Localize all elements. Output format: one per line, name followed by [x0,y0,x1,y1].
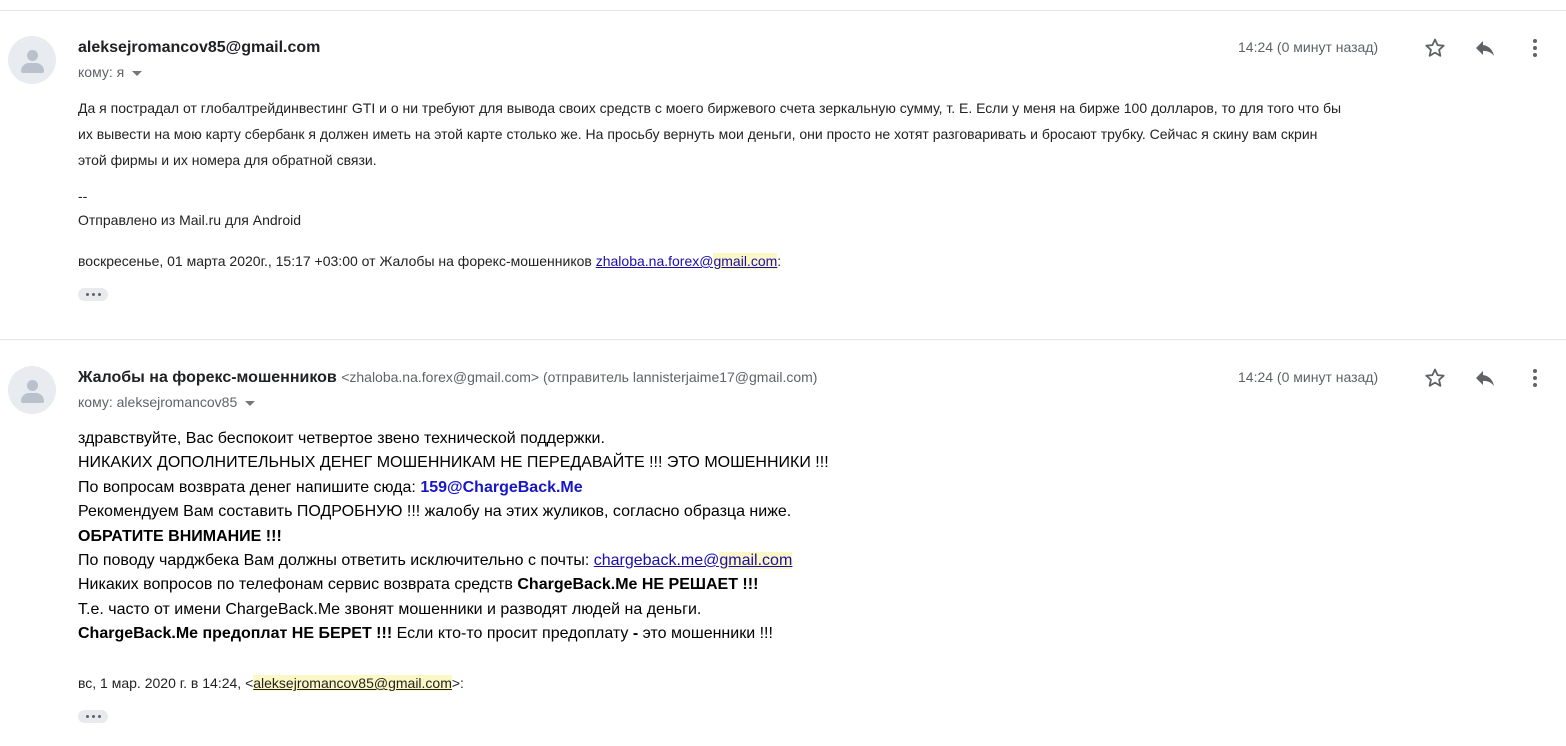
signature-separator: -- [78,188,88,204]
chargeback-email-link[interactable]: chargeback.me@gmail.com [593,552,793,570]
quote-email-link[interactable]: zhaloba.na.forex@gmail.com [596,253,778,269]
message-body: Да я пострадал от глобалтрейдинвестинг G… [78,95,1341,173]
body-text: это мошенники !!! [638,625,773,643]
message-time: 14:24 (0 минут назад) [1238,39,1379,55]
more-icon[interactable] [1523,366,1547,390]
quote-email-user: zhaloba.na.forex@ [595,253,714,269]
reply-icon[interactable] [1473,36,1497,60]
star-icon[interactable] [1423,366,1447,390]
quote-header: вс, 1 мар. 2020 г. в 14:24, <aleksejroma… [78,675,464,691]
body-line: Никаких вопросов по телефонам сервис воз… [78,573,829,597]
sender-name: Жалобы на форекс-мошенников [78,369,337,386]
recipient-label: кому: aleksejromancov85 [78,394,238,410]
quote-prefix: воскресенье, 01 марта 2020г., 15:17 +03:… [78,253,596,269]
body-line: этой фирмы и их номера для обратной связ… [78,152,377,168]
body-line: По поводу чарджбека Вам должны ответить … [78,549,829,573]
quote-email-domain: gmail.com [713,253,778,269]
recipient-label: кому: я [78,64,125,80]
dropdown-caret-icon[interactable] [245,400,256,406]
support-email: 159@ChargeBack.Me [420,478,583,496]
body-line: НИКАКИХ ДОПОЛНИТЕЛЬНЫХ ДЕНЕГ МОШЕННИКАМ … [78,454,829,472]
sender-line[interactable]: Жалобы на форекс-мошенников <zhaloba.na.… [78,369,817,387]
body-text: По поводу чарджбека Вам должны ответить … [78,552,594,570]
quote-suffix: >: [451,675,464,691]
top-divider [0,10,1566,11]
body-line: По вопросам возврата денег напишите сюда… [78,476,829,500]
quote-email-link[interactable]: aleksejromancov85@gmail.com [253,675,452,691]
body-line: Т.е. часто от имени ChargeBack.Me звонят… [78,600,702,618]
sender-name[interactable]: aleksejromancov85@gmail.com [78,39,320,57]
sender-details: <zhaloba.na.forex@gmail.com> (отправител… [341,369,818,385]
reply-icon[interactable] [1473,366,1497,390]
dropdown-caret-icon[interactable] [132,70,143,76]
body-line: здравствуйте, Вас беспокоит четвертое зв… [78,430,605,447]
body-text: Никаких вопросов по телефонам сервис воз… [78,576,518,594]
ellipsis-icon[interactable] [78,710,108,723]
recipient-line[interactable]: кому: я [78,64,143,80]
chargeback-email-user: chargeback.me@ [593,552,720,570]
message-divider [0,339,1566,340]
message-time: 14:24 (0 минут назад) [1238,369,1379,385]
body-line: Рекомендуем Вам составить ПОДРОБНУЮ !!! … [78,503,792,521]
chargeback-email-domain: gmail.com [719,552,793,570]
signature: Отправлено из Mail.ru для Android [78,212,302,228]
star-icon[interactable] [1423,36,1447,60]
body-line: их вывести на мою карту сбербанк я долже… [78,126,1318,142]
quote-header: воскресенье, 01 марта 2020г., 15:17 +03:… [78,253,781,269]
body-text: По вопросам возврата денег напишите сюда… [78,478,421,496]
body-line: ОБРАТИТЕ ВНИМАНИЕ !!! [78,527,282,545]
quote-prefix: вс, 1 мар. 2020 г. в 14:24, < [78,675,254,691]
body-bold: ChargeBack.Me предоплат НЕ БЕРЕТ !!! [78,625,393,643]
more-icon[interactable] [1523,36,1547,60]
body-line: ChargeBack.Me предоплат НЕ БЕРЕТ !!! Есл… [78,622,829,646]
recipient-line[interactable]: кому: aleksejromancov85 [78,394,256,410]
avatar-icon [8,36,56,84]
body-bold: ChargeBack.Me НЕ РЕШАЕТ !!! [517,576,759,594]
body-line: Да я пострадал от глобалтрейдинвестинг G… [78,100,1342,116]
message-body: здравствуйте, Вас беспокоит четвертое зв… [78,427,829,647]
avatar-icon [8,366,56,414]
quote-suffix: : [777,253,782,269]
ellipsis-icon[interactable] [78,288,108,301]
body-text: Если кто-то просит предоплату [392,625,633,643]
